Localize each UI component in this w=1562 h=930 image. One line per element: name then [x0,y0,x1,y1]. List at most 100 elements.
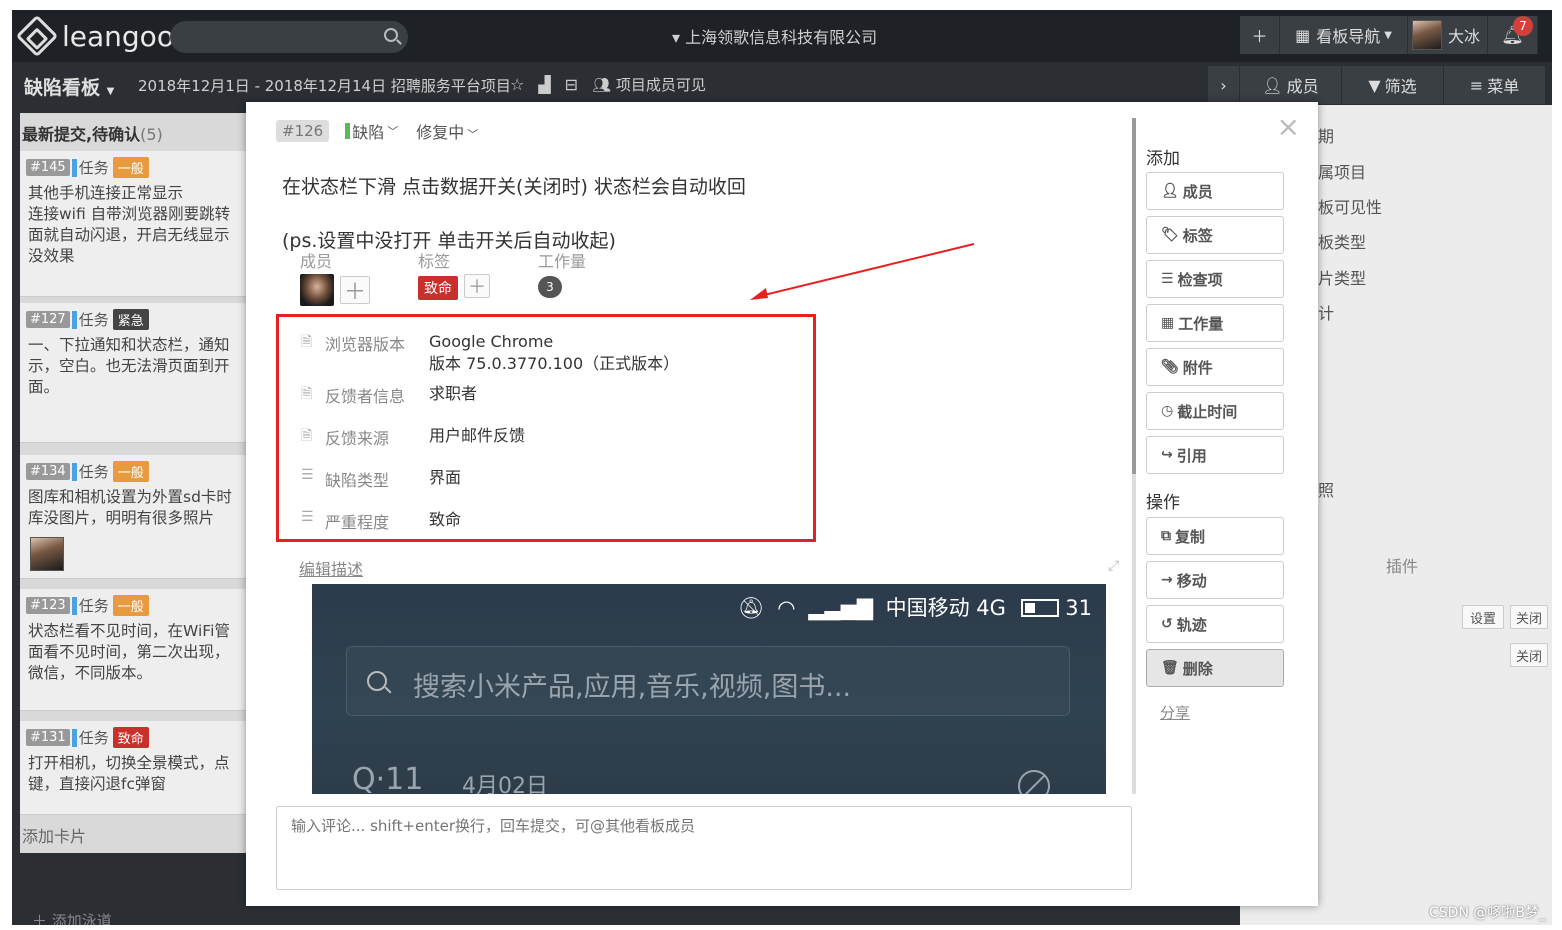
visibility-setting[interactable]: 👥︎ 项目成员可见 [592,74,706,95]
description-screenshot: 🔕︎ ◠ ▂▃▅▇ 中国移动 4G 31 搜索小米产品,应用,音乐,视频,图书.… [312,584,1106,794]
tags-label: 标签 [418,252,451,271]
delete-button[interactable]: 🗑︎ 删除 [1146,649,1284,687]
search-input[interactable] [170,21,408,53]
document-icon: 🗎︎ [301,428,313,444]
operations-heading: 操作 [1146,493,1180,513]
plus-icon: ＋ [343,280,366,305]
carrier-text: 中国移动 4G [885,596,1006,620]
plugin-settings-button[interactable]: 设置 [1462,605,1504,629]
card-type: 任务 [78,311,109,329]
expand-icon[interactable]: ⤢ [1108,558,1119,574]
clock-icon: ◷ [1161,403,1174,419]
edit-description-link[interactable]: 编辑描述 [299,556,363,580]
move-button[interactable]: → 移动 [1146,561,1284,599]
card[interactable]: #123 任务 一般 状态栏看不见时间，在WiFi管 面看不见时间，第二次出现， 微… [20,589,260,711]
star-icon[interactable]: ☆ [510,75,524,94]
card-type-marker [71,310,77,329]
archive-icon[interactable]: ⊟ [565,75,578,94]
battery-level: 31 [1065,596,1092,620]
field-value: 界面 [429,468,462,487]
board-nav-button[interactable]: ▦ 看板导航 ▼ [1280,16,1408,54]
field-defect-type[interactable]: ☰ 缺陷类型 界面 [301,467,461,491]
lane-title[interactable]: 最新提交,待确认(5) [22,121,163,145]
top-bar: leangoo ▾ 上海领歌信息科技有限公司 ＋ ▦ 看板导航 ▼ 大冰 🔔︎ … [12,10,1552,62]
member-avatar[interactable] [300,274,334,306]
tag-badge[interactable]: 致命 [418,276,458,300]
card-type: 任务 [78,597,109,615]
board-title[interactable]: 缺陷看板 ▼ [24,73,114,100]
search-icon[interactable] [384,28,398,42]
add-card-button[interactable]: 添加卡片 [22,823,86,847]
add-deadline-button[interactable]: ◷ 截止时间 [1146,392,1284,430]
document-icon: 🗎︎ [301,334,313,350]
add-member-button[interactable]: 👤︎ 成员 [1146,172,1284,210]
card-header: #123 任务 一般 [26,595,149,616]
status-selector[interactable]: 修复中 ﹀ [416,119,478,143]
chevron-right-icon: › [1220,75,1227,95]
card-id: #131 [26,729,70,746]
add-reference-button[interactable]: ↪ 引用 [1146,436,1284,474]
signal-icon: ▂▃▅▇ [808,596,873,620]
notifications-button[interactable]: 🔔︎ 7 [1488,16,1538,54]
card-text: 图库和相机设置为外置sd卡时 库没图片，明明有很多照片 [28,488,232,527]
history-button[interactable]: ↺ 轨迹 [1146,605,1284,643]
user-menu[interactable]: 大冰 [1408,16,1488,54]
caret-down-icon: ▼ [1384,29,1392,41]
workload-badge[interactable]: 3 [538,276,562,298]
close-icon[interactable]: × [1277,110,1300,143]
field-value: Google Chrome 版本 75.0.3770.100（正式版本） [429,332,680,373]
card[interactable]: #131 任务 致命 打开相机，切换全景模式，点 键，直接闪退fc弹窗 [20,721,260,815]
document-icon: 🗎︎ [301,386,313,402]
arrow-right-icon: → [1161,572,1173,588]
comment-input[interactable] [276,806,1132,890]
field-browser-version[interactable]: 🗎︎ 浏览器版本 Google Chrome 版本 75.0.3770.100（… [301,331,679,375]
right-toolbar: › 👤︎ 成员 ▼ 筛选 ≡ 菜单 [1208,66,1546,104]
chart-icon[interactable]: ▟ [538,75,550,94]
priority-badge: 紧急 [112,309,149,330]
menu-tab[interactable]: ≡ 菜单 [1444,66,1546,104]
card-header: #134 任务 一般 [26,461,149,482]
members-tab[interactable]: 👤︎ 成员 [1240,66,1342,104]
card-type-selector[interactable]: 缺陷 ﹀ [345,119,398,143]
add-button[interactable]: ＋ [1240,16,1280,54]
plugin-close-button[interactable]: 关闭 [1510,605,1548,629]
add-lane-button[interactable]: ＋ 添加泳道 [32,910,112,925]
add-tag-button[interactable]: 🏷︎ 标签 [1146,216,1284,254]
field-source[interactable]: 🗎︎ 反馈来源 用户邮件反馈 [301,425,525,449]
grid-icon: ▦ [1295,25,1311,45]
plugin-close-button[interactable]: 关闭 [1510,643,1548,667]
share-link[interactable]: 分享 [1160,702,1190,723]
scrollbar-thumb[interactable] [1132,118,1136,474]
custom-fields-highlight: 🗎︎ 浏览器版本 Google Chrome 版本 75.0.3770.100（… [276,314,816,542]
company-selector[interactable]: ▾ 上海领歌信息科技有限公司 [672,24,877,48]
field-reporter[interactable]: 🗎︎ 反馈者信息 求职者 [301,383,477,407]
field-label: 反馈来源 [325,429,390,448]
card-id: #126 [276,120,330,142]
field-value: 求职者 [429,384,478,403]
filter-tab[interactable]: ▼ 筛选 [1342,66,1444,104]
add-heading: 添加 [1146,149,1180,169]
board-info: 2018年12月1日 - 2018年12月14日 招聘服务平台项目 [138,77,511,95]
add-member-button[interactable]: ＋ [340,276,370,305]
users-icon: 👥︎ [592,76,612,94]
workload-label: 工作量 [538,252,587,271]
copy-button[interactable]: ⧉ 复制 [1146,517,1284,555]
company-name: 上海领歌信息科技有限公司 [685,28,878,47]
card[interactable]: #127 任务 紧急 一、下拉通知和状态栏，通知 示，空白。也无法滑页面到开 面。 [20,303,260,443]
checklist-icon: ☰ [1161,271,1174,287]
add-workload-button[interactable]: ▦ 工作量 [1146,304,1284,342]
add-checklist-button[interactable]: ☰ 检查项 [1146,260,1284,298]
logo[interactable]: leangoo [15,14,174,58]
list-icon: ☰ [301,509,314,525]
board-actions: ☆ ▟ ⊟ 👥︎ 项目成员可见 [510,74,706,95]
search-icon [367,671,387,691]
field-severity[interactable]: ☰ 严重程度 致命 [301,509,461,533]
add-attachment-button[interactable]: 📎︎ 附件 [1146,348,1284,386]
filter-icon: ▼ [1368,75,1381,95]
card[interactable]: #134 任务 一般 图库和相机设置为外置sd卡时 库没图片，明明有很多照片 [20,455,260,579]
collapse-button[interactable]: › [1208,66,1240,104]
add-tag-button[interactable]: ＋ [464,274,490,298]
card-title[interactable]: 在状态栏下滑 点击数据开关(关闭时) 状态栏会自动收回 (ps.设置中没打开 单… [282,160,746,268]
card-id: #134 [26,463,70,480]
card[interactable]: #145 任务 一般 其他手机连接正常显示 连接wifi 自带浏览器刚要跳转 面就自… [20,151,260,297]
